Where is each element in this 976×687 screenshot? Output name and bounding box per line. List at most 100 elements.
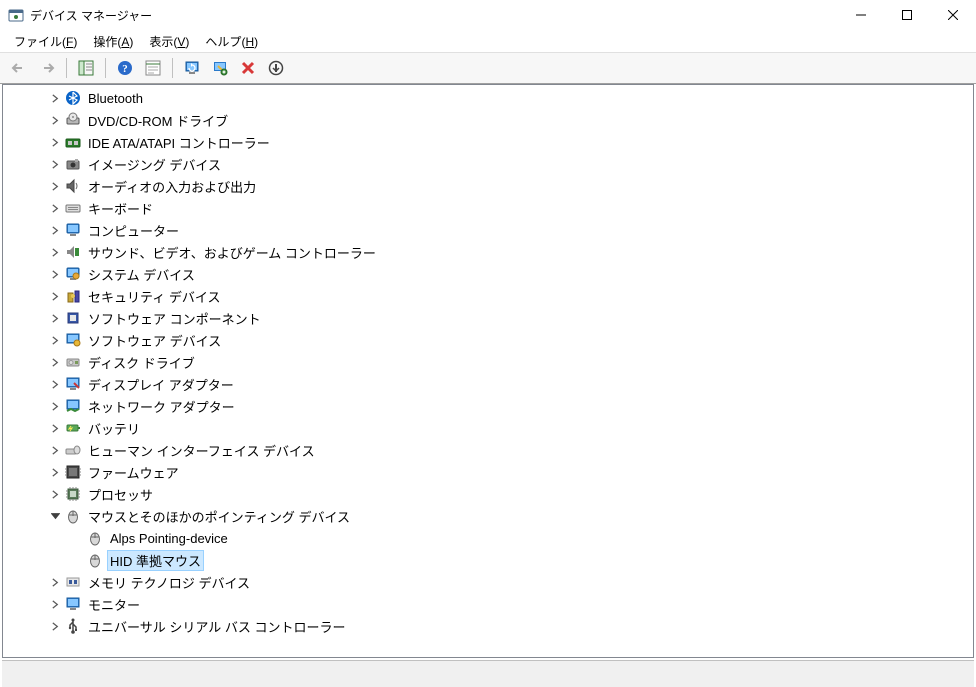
mouse-icon [87, 552, 103, 568]
expand-icon[interactable] [47, 464, 63, 480]
mouse-icon [87, 530, 103, 546]
forward-button[interactable] [34, 55, 60, 81]
tree-node-label: Alps Pointing-device [107, 530, 231, 547]
menu-action[interactable]: 操作(A) [85, 30, 141, 53]
software-component-icon [65, 310, 81, 326]
tree-node[interactable]: オーディオの入力および出力 [3, 175, 973, 197]
back-button[interactable] [6, 55, 32, 81]
expand-icon[interactable] [47, 442, 63, 458]
collapse-icon[interactable] [47, 508, 63, 524]
tree-node[interactable]: システム デバイス [3, 263, 973, 285]
expand-icon[interactable] [47, 310, 63, 326]
expand-icon[interactable] [47, 420, 63, 436]
tree-node[interactable]: IDE ATA/ATAPI コントローラー [3, 131, 973, 153]
display-adapter-icon [65, 376, 81, 392]
ide-controller-icon [65, 134, 81, 150]
monitor-icon [65, 596, 81, 612]
content-area: Bluetooth DVD/CD-ROM ドライブIDE ATA/ATAPI コン… [2, 84, 974, 658]
tree-node[interactable]: ネットワーク アダプター [3, 395, 973, 417]
tree-node-label: オーディオの入力および出力 [85, 176, 259, 197]
tree-node-label: ソフトウェア デバイス [85, 330, 224, 351]
expand-icon[interactable] [47, 156, 63, 172]
network-adapter-icon [65, 398, 81, 414]
disable-button[interactable] [263, 55, 289, 81]
tree-node[interactable]: ファームウェア [3, 461, 973, 483]
tree-node[interactable]: メモリ テクノロジ デバイス [3, 571, 973, 593]
tree-node[interactable]: イメージング デバイス [3, 153, 973, 175]
tree-node-label: メモリ テクノロジ デバイス [85, 572, 253, 593]
tree-node-label: モニター [85, 594, 143, 615]
help-button[interactable] [112, 55, 138, 81]
tree-node[interactable]: モニター [3, 593, 973, 615]
firmware-icon [65, 464, 81, 480]
tree-node[interactable]: ソフトウェア コンポーネント [3, 307, 973, 329]
tree-node-label: セキュリティ デバイス [85, 286, 223, 307]
expand-icon[interactable] [47, 244, 63, 260]
tree-node[interactable]: サウンド、ビデオ、およびゲーム コントローラー [3, 241, 973, 263]
expand-icon[interactable] [47, 354, 63, 370]
expand-icon[interactable] [47, 618, 63, 634]
tree-node-label: キーボード [85, 198, 156, 219]
tree-node-label: IDE ATA/ATAPI コントローラー [85, 132, 273, 153]
tree-node-label: プロセッサ [85, 484, 156, 505]
menu-file[interactable]: ファイル(F) [6, 30, 85, 53]
tree-node[interactable]: コンピューター [3, 219, 973, 241]
imaging-device-icon [65, 156, 81, 172]
tree-node[interactable]: バッテリ [3, 417, 973, 439]
tree-node[interactable]: プロセッサ [3, 483, 973, 505]
minimize-button[interactable] [838, 0, 884, 30]
show-hide-tree-button[interactable] [73, 55, 99, 81]
tree-node[interactable]: キーボード [3, 197, 973, 219]
tree-node-label: イメージング デバイス [85, 154, 224, 175]
tree-node-label: システム デバイス [85, 264, 198, 285]
titlebar[interactable]: デバイス マネージャー [0, 0, 976, 30]
tree-node-label: サウンド、ビデオ、およびゲーム コントローラー [85, 242, 379, 263]
close-button[interactable] [930, 0, 976, 30]
scan-hardware-button[interactable] [207, 55, 233, 81]
toolbar-separator [172, 58, 173, 78]
tree-node[interactable]: セキュリティ デバイス [3, 285, 973, 307]
expand-icon[interactable] [47, 200, 63, 216]
tree-node-label: ユニバーサル シリアル バス コントローラー [85, 616, 348, 637]
expand-icon[interactable] [47, 112, 63, 128]
uninstall-button[interactable] [235, 55, 261, 81]
tree-node-label: ヒューマン インターフェイス デバイス [85, 440, 318, 461]
statusbar [2, 660, 974, 687]
toolbar [0, 52, 976, 84]
expand-icon[interactable] [47, 574, 63, 590]
expand-icon[interactable] [47, 596, 63, 612]
tree-node-label: HID 準拠マウス [107, 550, 204, 571]
device-tree[interactable]: Bluetooth DVD/CD-ROM ドライブIDE ATA/ATAPI コン… [3, 85, 973, 657]
mouse-icon [65, 508, 81, 524]
tree-node[interactable]: HID 準拠マウス [3, 549, 973, 571]
tree-node[interactable]: マウスとそのほかのポインティング デバイス [3, 505, 973, 527]
tree-node[interactable]: ヒューマン インターフェイス デバイス [3, 439, 973, 461]
properties-button[interactable] [140, 55, 166, 81]
expand-icon[interactable] [47, 398, 63, 414]
menu-help[interactable]: ヘルプ(H) [197, 30, 266, 53]
menu-view[interactable]: 表示(V) [141, 30, 197, 53]
tree-node[interactable]: ディスプレイ アダプター [3, 373, 973, 395]
tree-node[interactable]: ディスク ドライブ [3, 351, 973, 373]
tree-node[interactable]: Bluetooth [3, 87, 973, 109]
software-device-icon [65, 332, 81, 348]
tree-node[interactable]: ソフトウェア デバイス [3, 329, 973, 351]
expand-icon[interactable] [47, 134, 63, 150]
expand-icon[interactable] [47, 486, 63, 502]
expand-icon[interactable] [47, 376, 63, 392]
window-title: デバイス マネージャー [30, 7, 152, 24]
tree-node-label: Bluetooth [85, 90, 146, 107]
expand-icon[interactable] [47, 178, 63, 194]
expand-icon[interactable] [47, 222, 63, 238]
tree-node[interactable]: Alps Pointing-device [3, 527, 973, 549]
update-driver-button[interactable] [179, 55, 205, 81]
expand-icon[interactable] [47, 266, 63, 282]
expand-icon[interactable] [47, 90, 63, 106]
expand-icon[interactable] [47, 288, 63, 304]
tree-node[interactable]: ユニバーサル シリアル バス コントローラー [3, 615, 973, 637]
expand-icon[interactable] [47, 332, 63, 348]
maximize-button[interactable] [884, 0, 930, 30]
menubar: ファイル(F) 操作(A) 表示(V) ヘルプ(H) [0, 30, 976, 52]
tree-node[interactable]: DVD/CD-ROM ドライブ [3, 109, 973, 131]
expand-icon [69, 552, 85, 568]
